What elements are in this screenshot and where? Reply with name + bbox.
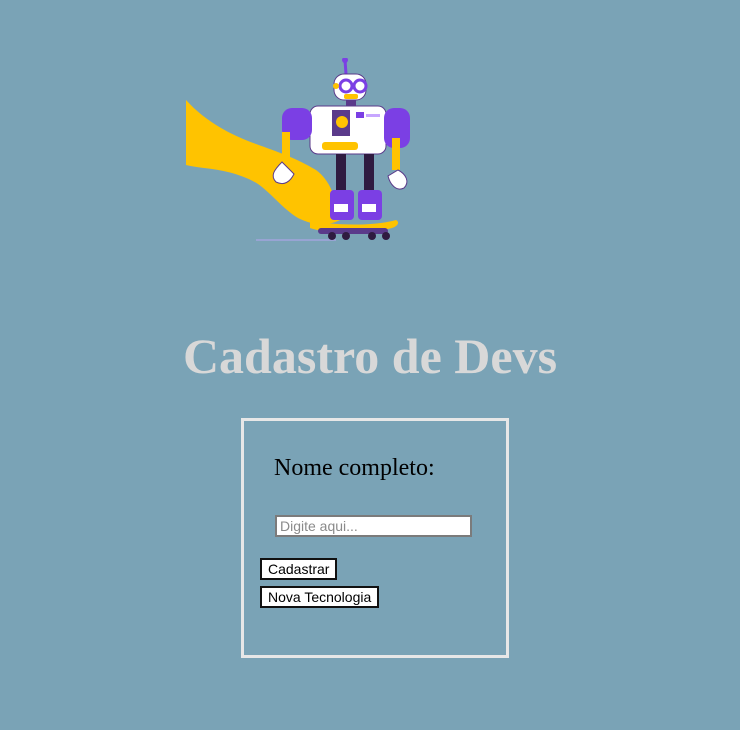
page: Cadastro de Devs Nome completo: Cadastra… (0, 0, 740, 730)
name-input[interactable] (275, 515, 472, 537)
robot-skateboard-illustration (186, 58, 410, 241)
name-label: Nome completo: (274, 455, 435, 481)
page-title: Cadastro de Devs (182, 328, 558, 384)
submit-button[interactable]: Cadastrar (260, 558, 338, 580)
dev-form: Nome completo: Cadastrar Nova Tecnologia (241, 418, 509, 658)
new-technology-button[interactable]: Nova Tecnologia (260, 586, 380, 608)
